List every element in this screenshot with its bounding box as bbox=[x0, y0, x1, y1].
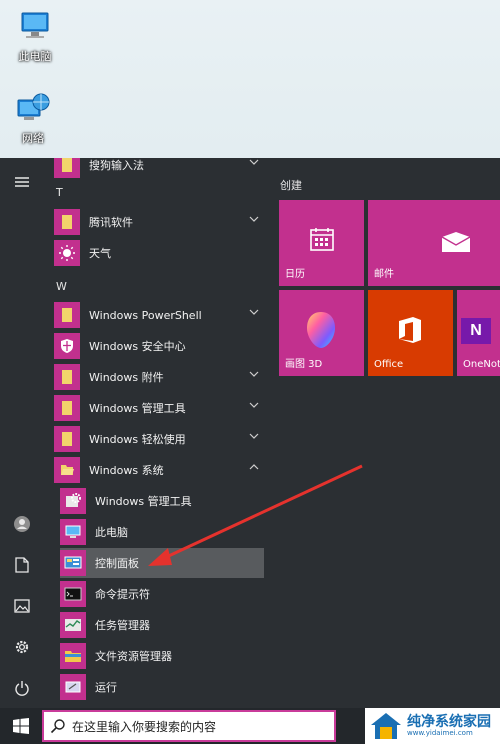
start-button[interactable] bbox=[0, 708, 42, 744]
search-icon bbox=[44, 718, 72, 734]
windows-logo-icon bbox=[13, 718, 29, 734]
search-placeholder: 在这里输入你要搜索的内容 bbox=[72, 719, 217, 734]
annotation-arrow bbox=[148, 464, 363, 566]
search-box[interactable]: 在这里输入你要搜索的内容 bbox=[42, 710, 336, 742]
house-logo-icon bbox=[371, 713, 401, 739]
watermark-name: 纯净系统家园 bbox=[407, 714, 491, 730]
watermark-url: www.yidaimei.com bbox=[407, 729, 473, 737]
watermark-logo: 纯净系统家园 www.yidaimei.com bbox=[365, 708, 500, 744]
